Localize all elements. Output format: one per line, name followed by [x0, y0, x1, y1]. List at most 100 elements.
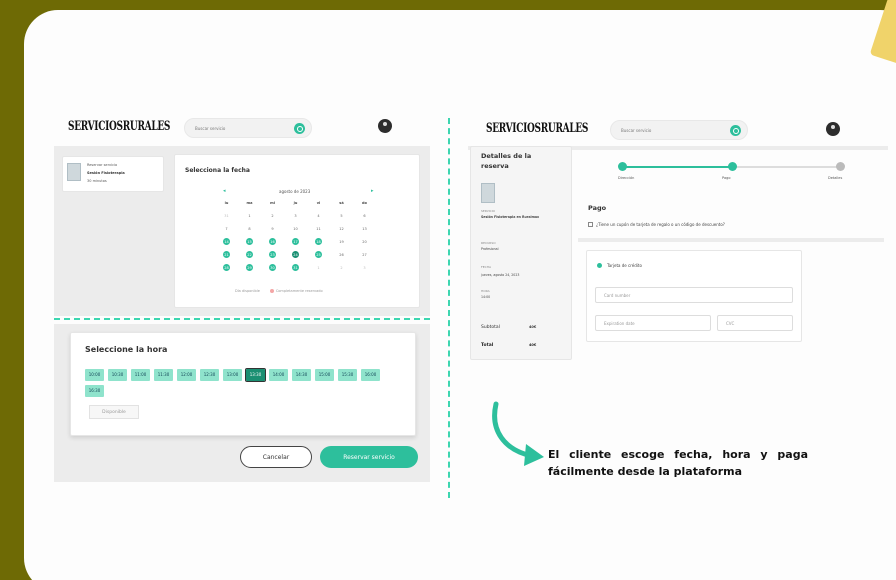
calendar-day[interactable]: 10 [284, 225, 307, 233]
total-value: 40€ [529, 343, 537, 347]
time-slot-button[interactable]: 15:00 [315, 369, 334, 381]
calendar-day-number: 28 [224, 266, 229, 270]
calendar-day[interactable]: 1 [307, 264, 330, 272]
calendar-day[interactable]: 2 [330, 264, 353, 272]
coupon-row[interactable]: ¿Tiene un cupón de tarjeta de regalo o u… [588, 222, 725, 227]
total-label: Total [481, 343, 494, 348]
calendar-day[interactable]: 31 [284, 264, 307, 272]
calendar-day[interactable]: 3 [284, 212, 307, 220]
search-bar[interactable]: Buscar servicio [184, 118, 312, 138]
service-label: SERVICIO [481, 209, 495, 213]
time-slot-button[interactable]: 11:00 [131, 369, 150, 381]
calendar-day-number: 14 [224, 240, 229, 244]
calendar-day[interactable]: 3 [353, 264, 376, 272]
stepper-progress [622, 166, 734, 168]
time-slot-button[interactable]: 12:30 [200, 369, 219, 381]
next-month-icon[interactable]: ▸ [371, 188, 374, 194]
step-dot-2[interactable] [728, 162, 737, 171]
calendar-day[interactable]: 12 [330, 225, 353, 233]
calendar-day[interactable]: 28 [215, 264, 238, 272]
calendar-day[interactable]: 4 [307, 212, 330, 220]
time-slot-button[interactable]: 12:00 [177, 369, 196, 381]
time-slot-button[interactable]: 16:00 [361, 369, 380, 381]
calendar-day[interactable]: 29 [238, 264, 261, 272]
step-dot-1[interactable] [618, 162, 627, 171]
search-icon[interactable] [294, 123, 305, 134]
brand-logo: SERVICIOSRURALES [68, 120, 171, 134]
calendar-day[interactable]: 8 [238, 225, 261, 233]
calendar-day[interactable]: 21 [215, 251, 238, 259]
time-value: 14:00 [481, 295, 491, 299]
user-avatar-icon-2[interactable] [826, 122, 840, 136]
time-slot-button[interactable]: 16:30 [85, 385, 104, 397]
calendar-day-number: 3 [294, 214, 297, 218]
calendar-day[interactable]: 16 [261, 238, 284, 246]
calendar-day[interactable]: 17 [284, 238, 307, 246]
calendar-day[interactable]: 27 [353, 251, 376, 259]
time-slot-button[interactable]: 15:30 [338, 369, 357, 381]
step-dot-3[interactable] [836, 162, 845, 171]
calendar-day[interactable]: 14 [215, 238, 238, 246]
calendar-day-number: 5 [340, 214, 343, 218]
calendar-day[interactable]: 13 [353, 225, 376, 233]
calendar-day[interactable]: 31 [215, 212, 238, 220]
calendar-day[interactable]: 23 [261, 251, 284, 259]
cancel-button[interactable]: Cancelar [240, 446, 312, 468]
service-card-name: Sesión Fisioterapia [87, 171, 125, 175]
calendar-day[interactable]: 20 [353, 238, 376, 246]
calendar-day[interactable]: 22 [238, 251, 261, 259]
coupon-checkbox[interactable] [588, 222, 593, 227]
weekday-header: mi [270, 201, 275, 205]
time-slot-button[interactable]: 13:00 [223, 369, 242, 381]
calendar-day-number: 11 [316, 227, 321, 231]
calendar-day[interactable]: 6 [353, 212, 376, 220]
search-placeholder-2: Buscar servicio [621, 127, 652, 133]
calendar-day[interactable]: 24 [284, 251, 307, 259]
calendar-day-number: 17 [293, 240, 298, 244]
calendar-title: Selecciona la fecha [185, 167, 250, 174]
calendar-day-number: 16 [270, 240, 275, 244]
top-bar: SERVICIOSRURALES Buscar servicio [54, 110, 430, 150]
calendar-day[interactable]: 18 [307, 238, 330, 246]
time-slot-button[interactable]: 10:00 [85, 369, 104, 381]
calendar-day[interactable]: 26 [330, 251, 353, 259]
payment-method-label: Tarjeta de crédito [607, 263, 642, 268]
calendar-day[interactable]: 25 [307, 251, 330, 259]
calendar-day[interactable]: 9 [261, 225, 284, 233]
calendar-day[interactable]: 7 [215, 225, 238, 233]
hours-title: Seleccione la hora [85, 345, 168, 354]
brand-logo-2: SERVICIOSRURALES [486, 122, 589, 136]
weekday-header: vi [316, 201, 321, 205]
calendar-day-number: 30 [270, 266, 275, 270]
calendar-day[interactable]: 1 [238, 212, 261, 220]
time-slot-button[interactable]: 14:30 [292, 369, 311, 381]
calendar-day[interactable]: 2 [261, 212, 284, 220]
calendar-day-number: 31 [224, 214, 229, 218]
subtotal-value: 40€ [529, 325, 537, 329]
time-slot-button[interactable]: 14:00 [269, 369, 288, 381]
payment-radio-icon[interactable] [597, 263, 602, 268]
expiration-field[interactable]: Expiration date [595, 315, 711, 331]
prev-month-icon[interactable]: ◂ [223, 188, 226, 194]
calendar-day[interactable]: 5 [330, 212, 353, 220]
search-icon-2[interactable] [730, 125, 741, 136]
calendar-day[interactable]: 19 [330, 238, 353, 246]
time-slot-button[interactable]: 10:30 [108, 369, 127, 381]
service-card-label: Reservar servicio [87, 163, 118, 167]
weekday-header: sá [339, 201, 344, 205]
service-image [67, 163, 81, 181]
user-avatar-icon[interactable] [378, 119, 392, 133]
weekday-header: ju [293, 201, 298, 205]
calendar-day-number: 1 [317, 266, 320, 270]
calendar-day[interactable]: 11 [307, 225, 330, 233]
calendar-day-number: 29 [247, 266, 252, 270]
search-bar-2[interactable]: Buscar servicio [610, 120, 748, 140]
calendar-day[interactable]: 15 [238, 238, 261, 246]
card-number-field[interactable]: Card number [595, 287, 793, 303]
calendar-day-number: 27 [362, 253, 367, 257]
time-slot-button[interactable]: 13:30 [245, 368, 266, 382]
reserve-button[interactable]: Reservar servicio [320, 446, 418, 468]
time-slot-button[interactable]: 11:30 [154, 369, 173, 381]
calendar-day[interactable]: 30 [261, 264, 284, 272]
cvc-field[interactable]: CVC [717, 315, 793, 331]
